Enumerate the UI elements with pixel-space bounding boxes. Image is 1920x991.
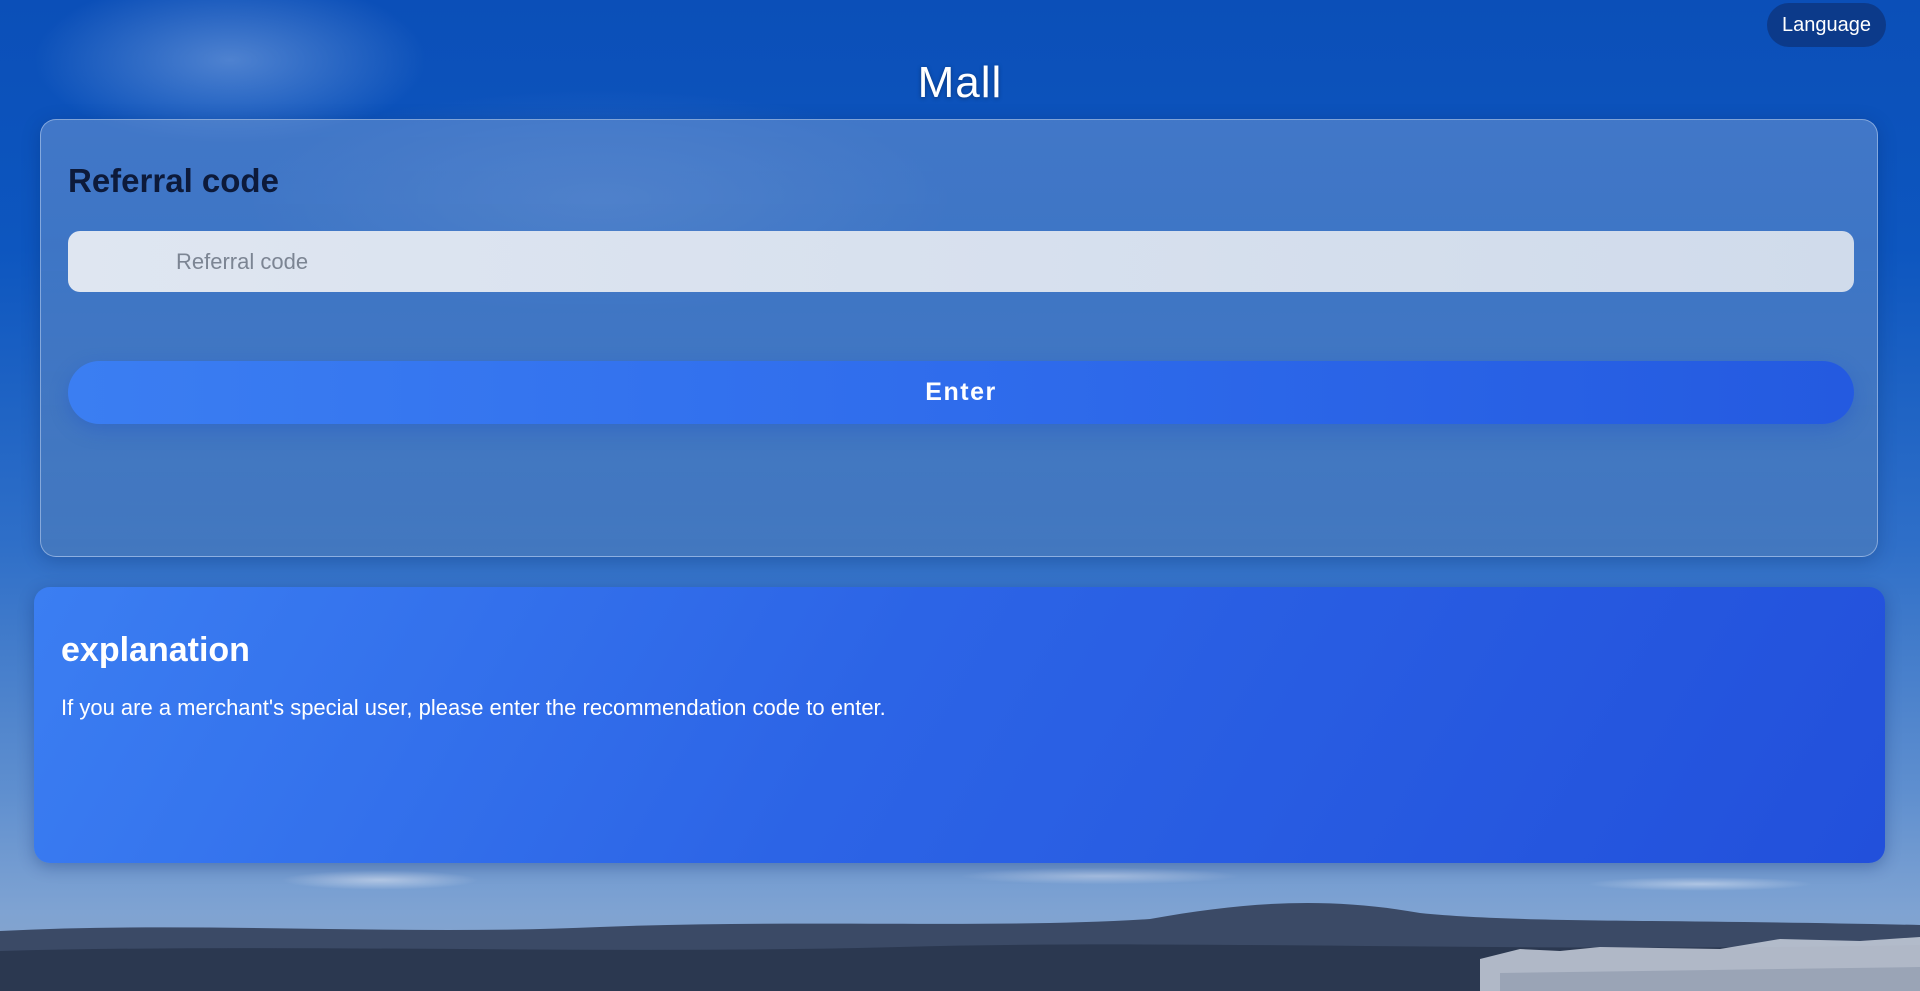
explanation-text: If you are a merchant's special user, pl… [61,695,886,720]
referral-card: Referral code Enter [40,119,1878,557]
page-background: Language Mall Referral code Enter explan… [0,0,1920,991]
referral-input-wrapper [68,231,1854,292]
language-button[interactable]: Language [1767,3,1886,47]
referral-code-input[interactable] [68,231,1854,292]
enter-button[interactable]: Enter [68,361,1854,424]
top-bar: Language [0,0,1920,48]
hills-landscape [0,902,1920,991]
explanation-heading: explanation [61,631,250,669]
referral-heading: Referral code [68,162,279,199]
explanation-card: explanation If you are a merchant's spec… [34,587,1885,863]
page-title: Mall [917,58,1003,107]
